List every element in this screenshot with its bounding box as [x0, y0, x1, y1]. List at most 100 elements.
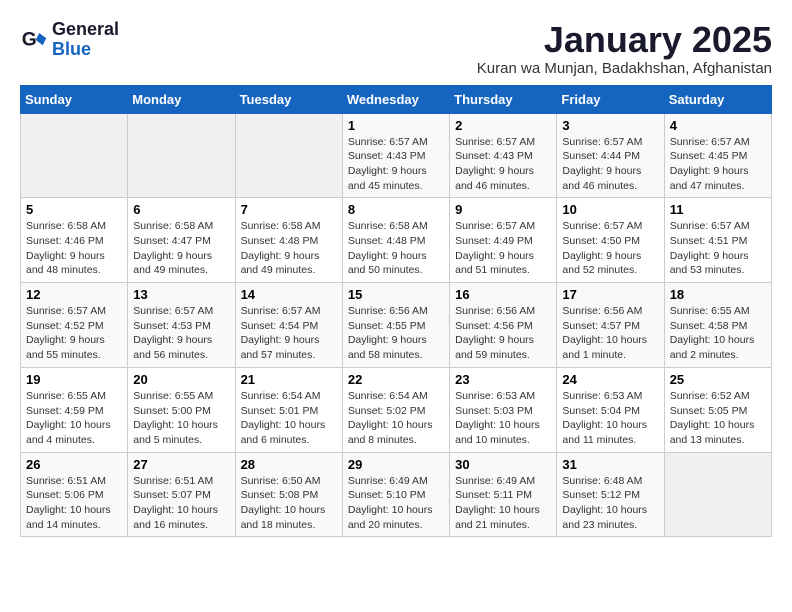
calendar-cell: 17 Sunrise: 6:56 AM Sunset: 4:57 PM Dayli…	[557, 283, 664, 368]
day-info: Sunrise: 6:57 AM Sunset: 4:44 PM Dayligh…	[562, 135, 658, 194]
calendar-cell: 12Sunrise: 6:57 AM Sunset: 4:52 PM Dayli…	[21, 283, 128, 368]
calendar-cell: 1 Sunrise: 6:57 AM Sunset: 4:43 PM Daylig…	[342, 113, 449, 198]
day-number: 8	[348, 202, 444, 217]
day-info: Sunrise: 6:58 AM Sunset: 4:46 PM Dayligh…	[26, 219, 122, 278]
day-info: Sunrise: 6:55 AM Sunset: 5:00 PM Dayligh…	[133, 389, 229, 448]
day-info: Sunrise: 6:50 AM Sunset: 5:08 PM Dayligh…	[241, 474, 337, 533]
calendar-cell: 24Sunrise: 6:53 AM Sunset: 5:04 PM Dayli…	[557, 367, 664, 452]
calendar-cell	[21, 113, 128, 198]
day-info: Sunrise: 6:49 AM Sunset: 5:11 PM Dayligh…	[455, 474, 551, 533]
day-info: Sunrise: 6:58 AM Sunset: 4:48 PM Dayligh…	[348, 219, 444, 278]
calendar-week-3: 12Sunrise: 6:57 AM Sunset: 4:52 PM Dayli…	[21, 283, 772, 368]
calendar-cell: 6Sunrise: 6:58 AM Sunset: 4:47 PM Daylig…	[128, 198, 235, 283]
weekday-header-saturday: Saturday	[664, 85, 771, 113]
day-number: 13	[133, 287, 229, 302]
day-info: Sunrise: 6:57 AM Sunset: 4:43 PM Dayligh…	[348, 135, 444, 194]
calendar-cell: 2 Sunrise: 6:57 AM Sunset: 4:43 PM Daylig…	[450, 113, 557, 198]
calendar-cell: 28 Sunrise: 6:50 AM Sunset: 5:08 PM Dayli…	[235, 452, 342, 537]
day-number: 6	[133, 202, 229, 217]
logo: G General Blue	[20, 20, 119, 60]
day-number: 16	[455, 287, 551, 302]
calendar-cell: 26 Sunrise: 6:51 AM Sunset: 5:06 PM Dayli…	[21, 452, 128, 537]
svg-text:G: G	[22, 29, 37, 50]
calendar-cell: 27 Sunrise: 6:51 AM Sunset: 5:07 PM Dayli…	[128, 452, 235, 537]
day-info: Sunrise: 6:51 AM Sunset: 5:07 PM Dayligh…	[133, 474, 229, 533]
day-number: 15	[348, 287, 444, 302]
day-number: 3	[562, 118, 658, 133]
calendar-cell	[235, 113, 342, 198]
day-info: Sunrise: 6:57 AM Sunset: 4:43 PM Dayligh…	[455, 135, 551, 194]
day-number: 17	[562, 287, 658, 302]
day-number: 4	[670, 118, 766, 133]
day-info: Sunrise: 6:57 AM Sunset: 4:53 PM Dayligh…	[133, 304, 229, 363]
day-number: 26	[26, 457, 122, 472]
day-info: Sunrise: 6:56 AM Sunset: 4:56 PM Dayligh…	[455, 304, 551, 363]
day-number: 23	[455, 372, 551, 387]
day-info: Sunrise: 6:49 AM Sunset: 5:10 PM Dayligh…	[348, 474, 444, 533]
calendar-week-2: 5 Sunrise: 6:58 AM Sunset: 4:46 PM Daylig…	[21, 198, 772, 283]
day-number: 5	[26, 202, 122, 217]
day-number: 21	[241, 372, 337, 387]
day-number: 9	[455, 202, 551, 217]
day-number: 18	[670, 287, 766, 302]
calendar-cell: 7 Sunrise: 6:58 AM Sunset: 4:48 PM Daylig…	[235, 198, 342, 283]
day-info: Sunrise: 6:57 AM Sunset: 4:52 PM Dayligh…	[26, 304, 122, 363]
calendar-cell	[664, 452, 771, 537]
weekday-header-monday: Monday	[128, 85, 235, 113]
day-info: Sunrise: 6:54 AM Sunset: 5:02 PM Dayligh…	[348, 389, 444, 448]
calendar-week-4: 19 Sunrise: 6:55 AM Sunset: 4:59 PM Dayli…	[21, 367, 772, 452]
calendar-cell: 8 Sunrise: 6:58 AM Sunset: 4:48 PM Daylig…	[342, 198, 449, 283]
day-info: Sunrise: 6:57 AM Sunset: 4:49 PM Dayligh…	[455, 219, 551, 278]
calendar-cell: 11Sunrise: 6:57 AM Sunset: 4:51 PM Dayli…	[664, 198, 771, 283]
day-number: 2	[455, 118, 551, 133]
calendar-cell: 22Sunrise: 6:54 AM Sunset: 5:02 PM Dayli…	[342, 367, 449, 452]
calendar-cell: 20 Sunrise: 6:55 AM Sunset: 5:00 PM Dayli…	[128, 367, 235, 452]
day-number: 28	[241, 457, 337, 472]
calendar-cell: 29 Sunrise: 6:49 AM Sunset: 5:10 PM Dayli…	[342, 452, 449, 537]
calendar-cell: 5 Sunrise: 6:58 AM Sunset: 4:46 PM Daylig…	[21, 198, 128, 283]
location: Kuran wa Munjan, Badakhshan, Afghanistan	[477, 60, 772, 77]
calendar-cell: 13 Sunrise: 6:57 AM Sunset: 4:53 PM Dayli…	[128, 283, 235, 368]
day-number: 20	[133, 372, 229, 387]
day-number: 30	[455, 457, 551, 472]
day-number: 1	[348, 118, 444, 133]
day-number: 27	[133, 457, 229, 472]
calendar-cell: 18Sunrise: 6:55 AM Sunset: 4:58 PM Dayli…	[664, 283, 771, 368]
calendar-cell: 19 Sunrise: 6:55 AM Sunset: 4:59 PM Dayli…	[21, 367, 128, 452]
calendar-cell: 31 Sunrise: 6:48 AM Sunset: 5:12 PM Dayli…	[557, 452, 664, 537]
calendar-cell: 3 Sunrise: 6:57 AM Sunset: 4:44 PM Daylig…	[557, 113, 664, 198]
day-info: Sunrise: 6:54 AM Sunset: 5:01 PM Dayligh…	[241, 389, 337, 448]
page-header: G General Blue January 2025 Kuran wa Mun…	[20, 20, 772, 77]
day-info: Sunrise: 6:56 AM Sunset: 4:57 PM Dayligh…	[562, 304, 658, 363]
month-title: January 2025	[477, 20, 772, 60]
calendar-cell	[128, 113, 235, 198]
calendar-cell: 10Sunrise: 6:57 AM Sunset: 4:50 PM Dayli…	[557, 198, 664, 283]
day-info: Sunrise: 6:57 AM Sunset: 4:45 PM Dayligh…	[670, 135, 766, 194]
day-info: Sunrise: 6:52 AM Sunset: 5:05 PM Dayligh…	[670, 389, 766, 448]
day-info: Sunrise: 6:56 AM Sunset: 4:55 PM Dayligh…	[348, 304, 444, 363]
day-number: 19	[26, 372, 122, 387]
day-number: 31	[562, 457, 658, 472]
day-info: Sunrise: 6:51 AM Sunset: 5:06 PM Dayligh…	[26, 474, 122, 533]
weekday-header-tuesday: Tuesday	[235, 85, 342, 113]
day-number: 11	[670, 202, 766, 217]
weekday-header-wednesday: Wednesday	[342, 85, 449, 113]
calendar-cell: 9 Sunrise: 6:57 AM Sunset: 4:49 PM Daylig…	[450, 198, 557, 283]
calendar-table: SundayMondayTuesdayWednesdayThursdayFrid…	[20, 85, 772, 538]
calendar-week-1: 1 Sunrise: 6:57 AM Sunset: 4:43 PM Daylig…	[21, 113, 772, 198]
day-info: Sunrise: 6:58 AM Sunset: 4:48 PM Dayligh…	[241, 219, 337, 278]
calendar-cell: 25 Sunrise: 6:52 AM Sunset: 5:05 PM Dayli…	[664, 367, 771, 452]
day-info: Sunrise: 6:57 AM Sunset: 4:54 PM Dayligh…	[241, 304, 337, 363]
weekday-header-friday: Friday	[557, 85, 664, 113]
day-info: Sunrise: 6:57 AM Sunset: 4:50 PM Dayligh…	[562, 219, 658, 278]
calendar-cell: 4 Sunrise: 6:57 AM Sunset: 4:45 PM Daylig…	[664, 113, 771, 198]
day-number: 29	[348, 457, 444, 472]
day-info: Sunrise: 6:55 AM Sunset: 4:59 PM Dayligh…	[26, 389, 122, 448]
day-number: 7	[241, 202, 337, 217]
day-number: 25	[670, 372, 766, 387]
calendar-cell: 30 Sunrise: 6:49 AM Sunset: 5:11 PM Dayli…	[450, 452, 557, 537]
day-number: 24	[562, 372, 658, 387]
day-info: Sunrise: 6:48 AM Sunset: 5:12 PM Dayligh…	[562, 474, 658, 533]
calendar-cell: 21 Sunrise: 6:54 AM Sunset: 5:01 PM Dayli…	[235, 367, 342, 452]
logo-icon: G	[20, 26, 48, 54]
